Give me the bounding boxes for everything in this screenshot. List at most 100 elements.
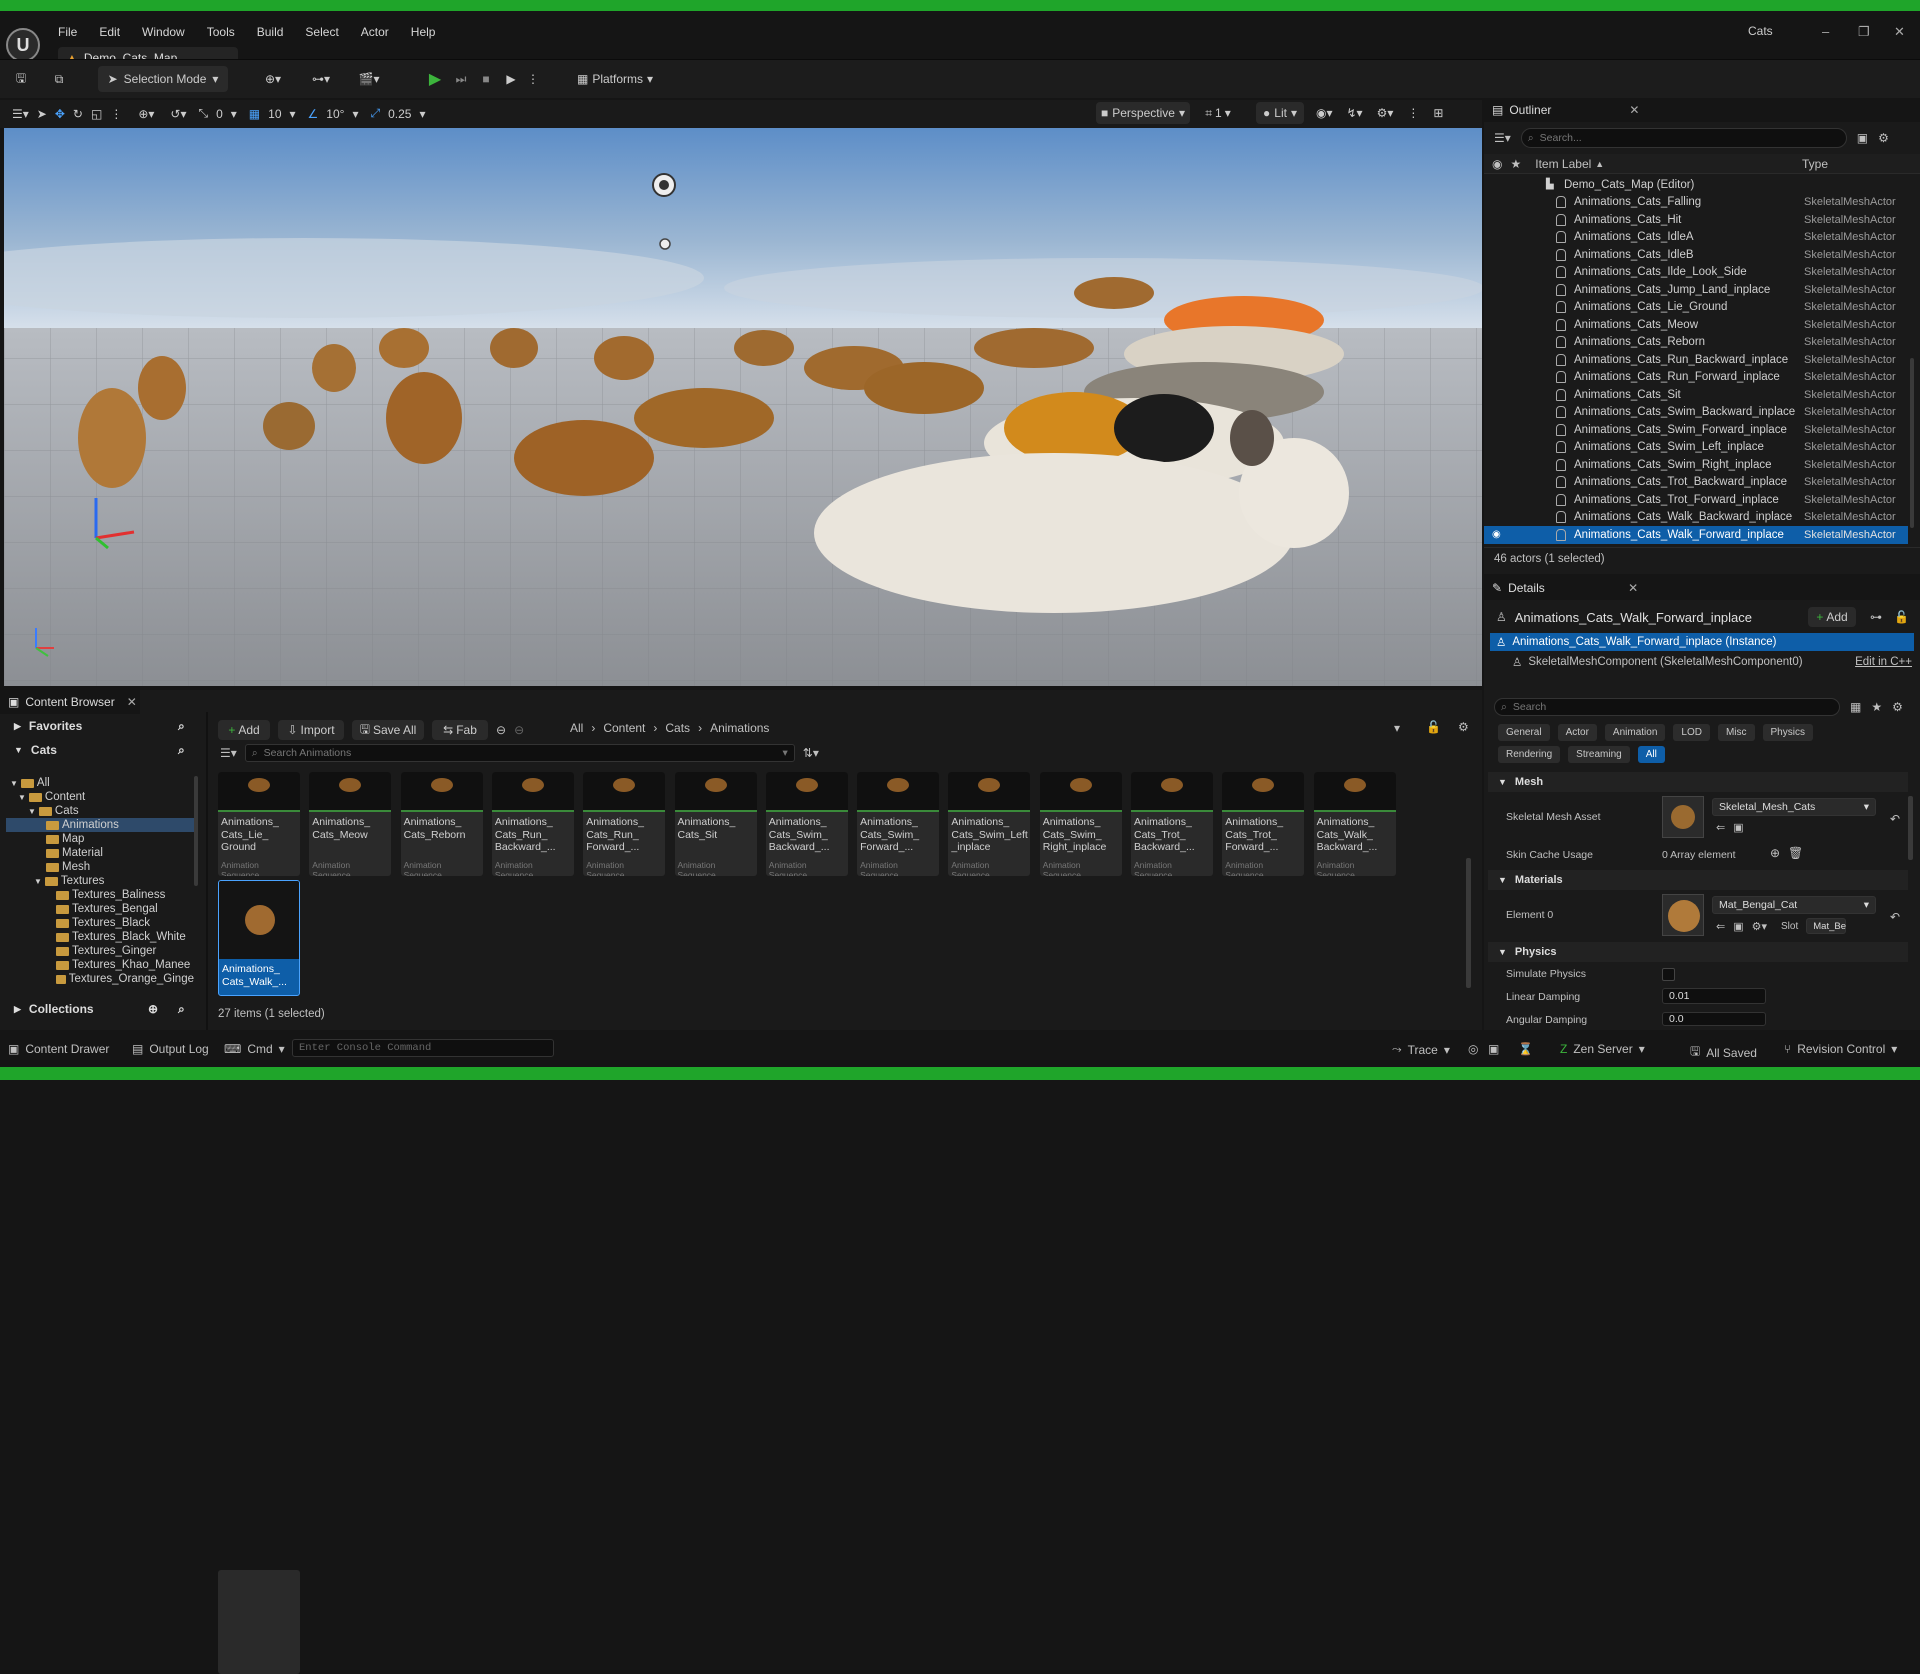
platforms-dropdown[interactable]: ▦ Platforms ▾: [570, 66, 660, 92]
outliner-row[interactable]: Animations_Cats_IdleB SkeletalMeshActor: [1484, 246, 1908, 264]
section-materials[interactable]: ▼ Materials: [1488, 870, 1908, 890]
pin-star-icon[interactable]: ★: [1510, 157, 1521, 171]
menu-window[interactable]: Window: [142, 25, 185, 39]
content-browser-tab[interactable]: ▣ Content Browser ✕: [0, 690, 140, 714]
filter-actor[interactable]: Actor: [1557, 724, 1597, 741]
outliner-row[interactable]: ◉ Animations_Cats_Walk_Forward_inplace Ske…: [1484, 526, 1908, 544]
asset-tile[interactable]: Animations_ Cats_Lie_ Ground Animation Sequ…: [218, 772, 300, 876]
simulate-physics-checkbox[interactable]: [1662, 968, 1675, 981]
save-all-button[interactable]: 🖫 Save All: [352, 720, 424, 740]
tree-item-textures-ginger[interactable]: Textures_Ginger: [6, 944, 194, 958]
asset-tile[interactable]: Animations_ Cats_Trot_ Backward_... Animati…: [1131, 772, 1213, 876]
trace-dropdown[interactable]: ⤳ Trace ▾: [1392, 1042, 1450, 1057]
step-icon[interactable]: ⏭: [450, 66, 472, 92]
tree-item-textures-bengal[interactable]: Textures_Bengal: [6, 902, 194, 916]
search-icon[interactable]: ⌕: [178, 1002, 185, 1017]
console-input[interactable]: Enter Console Command: [292, 1039, 554, 1057]
outliner-row[interactable]: Animations_Cats_Falling SkeletalMeshActor: [1484, 194, 1908, 212]
asset-tile[interactable]: Animations_ Cats_Swim_ Backward_... Animati…: [765, 772, 848, 876]
outliner-row[interactable]: Animations_Cats_Run_Forward_inplace Skele…: [1484, 369, 1908, 387]
play-icon[interactable]: ▶: [424, 66, 446, 92]
add-element-icon[interactable]: ⊕: [1770, 846, 1780, 860]
show-eye-icon[interactable]: ◉▾: [1316, 106, 1333, 120]
tree-item-textures-baliness[interactable]: Textures_Baliness: [6, 888, 194, 902]
outliner-search-input[interactable]: ⌕ Search...: [1520, 128, 1847, 148]
all-saved-button[interactable]: 🖫 All Saved: [1690, 1042, 1757, 1063]
menu-build[interactable]: Build: [257, 25, 284, 39]
cmd-dropdown[interactable]: ⌨ Cmd ▾: [224, 1042, 285, 1056]
outliner-row[interactable]: Animations_Cats_Trot_Backward_inplace Ske…: [1484, 474, 1908, 492]
section-mesh[interactable]: ▼ Mesh: [1488, 772, 1908, 792]
menu-help[interactable]: Help: [411, 25, 436, 39]
material-thumbnail[interactable]: [1662, 894, 1704, 936]
tree-item-textures-khao-manee[interactable]: Textures_Khao_Manee: [6, 958, 194, 972]
menu-tools[interactable]: Tools: [207, 25, 235, 39]
material-options-icon[interactable]: ⚙▾: [1752, 920, 1767, 933]
tree-item-textures-orange-ginge[interactable]: Textures_Orange_Ginge: [6, 972, 194, 986]
filter-lod[interactable]: LOD: [1673, 724, 1710, 741]
unreal-logo-icon[interactable]: U: [6, 28, 40, 62]
rotate-snap-icon[interactable]: ∠: [308, 107, 319, 121]
tree-item-textures[interactable]: ▼ Textures: [6, 874, 194, 888]
save-icon[interactable]: 🖫: [10, 66, 32, 92]
close-tab-icon[interactable]: ✕: [1629, 103, 1639, 117]
outliner-row[interactable]: Animations_Cats_IdleA SkeletalMeshActor: [1484, 229, 1908, 247]
details-tab[interactable]: ✎ Details ✕: [1484, 576, 1920, 600]
tree-scrollbar[interactable]: [194, 776, 198, 886]
add-component-button[interactable]: + Add: [1808, 607, 1856, 627]
grid-snap-icon[interactable]: ▦: [249, 107, 260, 121]
outliner-row[interactable]: Animations_Cats_Ilde_Look_Side SkeletalMe…: [1484, 264, 1908, 282]
more-options-icon[interactable]: ⋮: [526, 66, 540, 92]
outliner-row[interactable]: Animations_Cats_Swim_Forward_inplace Skel…: [1484, 421, 1908, 439]
component-row[interactable]: ♙ SkeletalMeshComponent (SkeletalMeshCom…: [1490, 653, 1914, 671]
layout-icon[interactable]: ⊞: [1433, 106, 1443, 120]
fab-button[interactable]: ⇆ Fab: [432, 720, 488, 740]
record-icon[interactable]: ◎: [1468, 1042, 1478, 1056]
viewport-options-icon[interactable]: ☰▾: [12, 107, 29, 121]
realtime-icon[interactable]: ↯▾: [1347, 106, 1363, 120]
asset-tile[interactable]: Animations_ Cats_Swim_Left _inplace Animati…: [948, 772, 1031, 876]
tree-item-textures-black[interactable]: Textures_Black: [6, 916, 194, 930]
translate-snap-icon[interactable]: ⤡: [198, 106, 208, 121]
filter-streaming[interactable]: Streaming: [1568, 746, 1630, 763]
directional-light-gizmo[interactable]: [659, 238, 671, 250]
outliner-root[interactable]: ▙ Demo_Cats_Map (Editor): [1484, 176, 1908, 194]
import-button[interactable]: ⇩ Import: [278, 720, 344, 740]
screenshot-icon[interactable]: ▣: [1488, 1042, 1499, 1056]
asset-tile[interactable]: Animations_ Cats_Meow Animation Sequence: [309, 772, 392, 876]
reset-icon[interactable]: ↶: [1890, 910, 1900, 924]
launch-options-icon[interactable]: ▶: [500, 66, 522, 92]
visibility-eye-icon[interactable]: ◉: [1492, 529, 1501, 540]
derived-data-icon[interactable]: ⌛: [1518, 1042, 1533, 1056]
angular-damping-input[interactable]: 0.0: [1662, 1012, 1766, 1026]
minimize-button[interactable]: –: [1822, 24, 1829, 39]
asset-tile[interactable]: Animations_ Cats_Run_ Forward_... Animation…: [583, 772, 666, 876]
outliner-scrollbar[interactable]: [1910, 358, 1914, 528]
element0-dropdown[interactable]: Mat_Bengal_Cat ▾: [1712, 896, 1876, 914]
reset-icon[interactable]: ↶: [1890, 812, 1900, 826]
cinematics-icon[interactable]: 🎬▾: [352, 66, 386, 92]
output-log-button[interactable]: ▤ Output Log: [132, 1042, 209, 1056]
scale-snap-value[interactable]: 0.25: [388, 107, 411, 121]
outliner-row[interactable]: Animations_Cats_Sit SkeletalMeshActor: [1484, 386, 1908, 404]
delete-icon[interactable]: 🗑: [1788, 846, 1803, 860]
details-search-input[interactable]: ⌕ Search: [1494, 698, 1840, 716]
filter-icon[interactable]: ☰▾: [220, 746, 237, 760]
skeletal-mesh-thumbnail[interactable]: [1662, 796, 1704, 838]
rotate-tool-icon[interactable]: ↻: [73, 107, 83, 121]
column-type[interactable]: Type: [1802, 157, 1828, 171]
lock-icon[interactable]: 🔓: [1894, 610, 1909, 624]
more-icon[interactable]: ⋮: [110, 107, 122, 121]
restore-button[interactable]: ❐: [1858, 24, 1870, 40]
sort-icon[interactable]: ⇅▾: [803, 746, 819, 760]
search-icon[interactable]: ⌕: [178, 743, 185, 758]
details-scrollbar[interactable]: [1908, 796, 1913, 860]
perspective-dropdown[interactable]: ■ Perspective ▾: [1096, 102, 1190, 124]
skeletal-mesh-asset-dropdown[interactable]: Skeletal_Mesh_Cats ▾: [1712, 798, 1876, 816]
filter-physics[interactable]: Physics: [1762, 724, 1813, 741]
settings-gear-icon[interactable]: ⚙: [1458, 720, 1469, 734]
outliner-row[interactable]: Animations_Cats_Jump_Land_inplace Skeleta…: [1484, 281, 1908, 299]
outliner-row[interactable]: Animations_Cats_Swim_Right_inplace Skelet…: [1484, 456, 1908, 474]
translate-tool-icon[interactable]: ✥: [55, 107, 65, 121]
filter-animation[interactable]: Animation: [1604, 724, 1666, 741]
